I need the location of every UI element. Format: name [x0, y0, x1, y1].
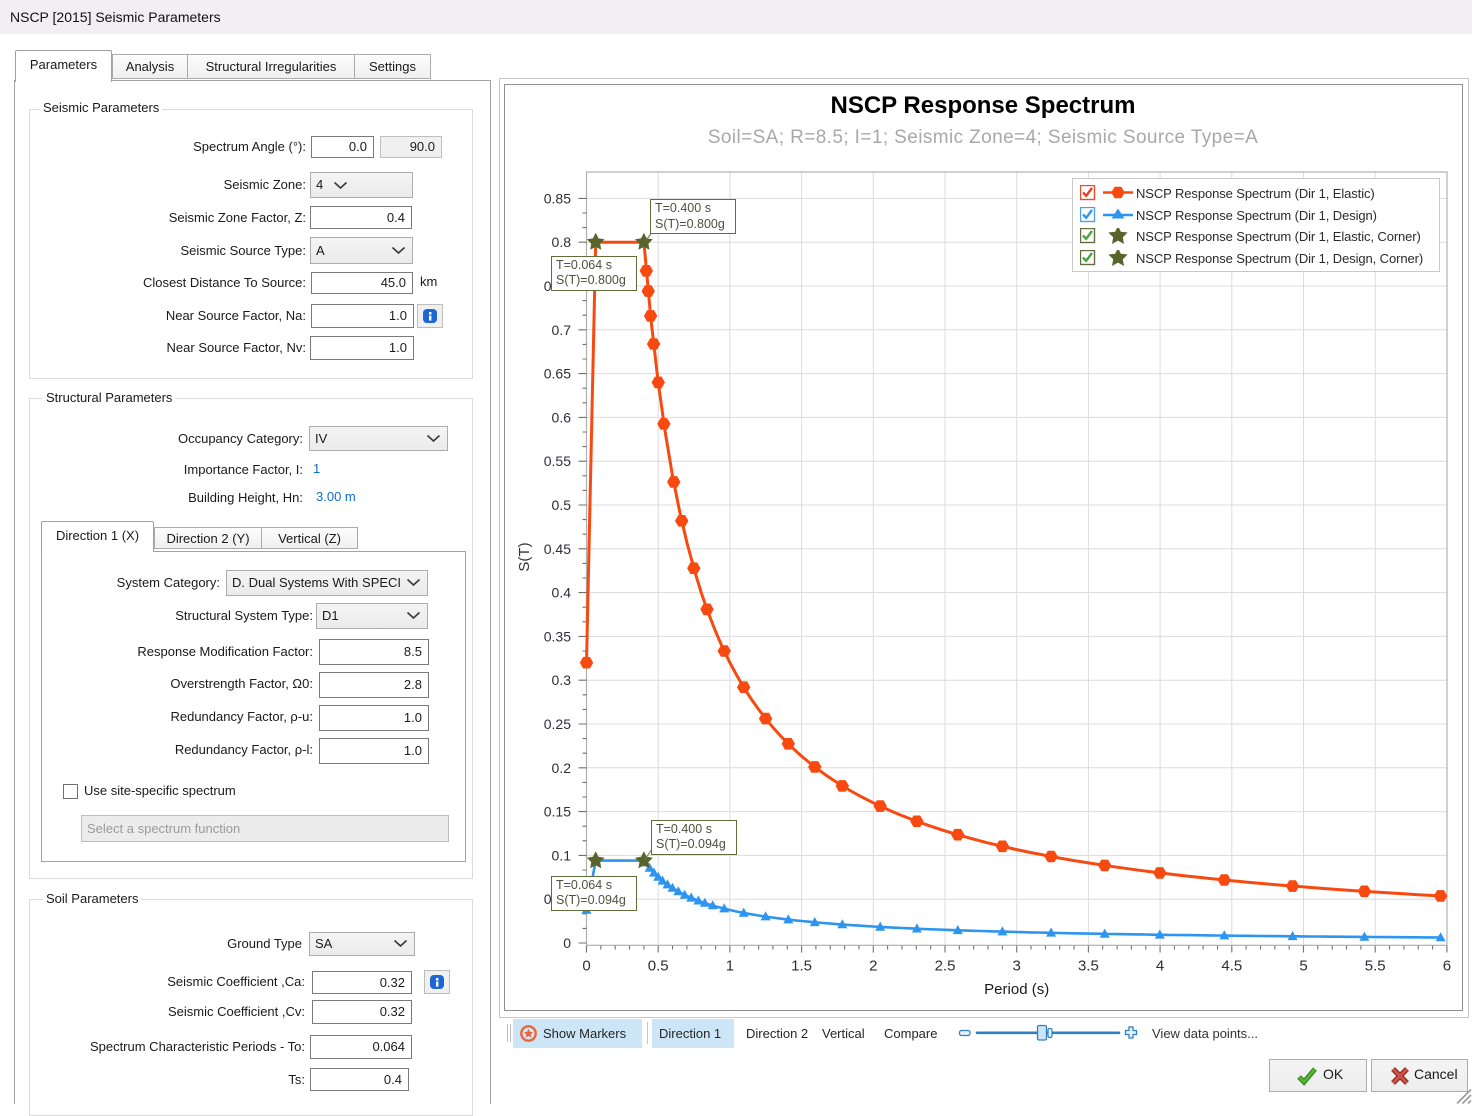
- svg-text:0.35: 0.35: [544, 628, 571, 644]
- svg-text:5: 5: [1299, 958, 1307, 975]
- svg-text:0.45: 0.45: [544, 541, 571, 557]
- svg-text:4: 4: [1156, 958, 1164, 975]
- svg-text:0.7: 0.7: [552, 322, 572, 338]
- svg-text:0.5: 0.5: [552, 497, 572, 513]
- svg-text:0.3: 0.3: [552, 672, 572, 688]
- svg-text:0.85: 0.85: [544, 190, 571, 206]
- svg-text:0: 0: [582, 958, 590, 975]
- svg-text:2.5: 2.5: [935, 958, 956, 975]
- svg-text:4.5: 4.5: [1221, 958, 1242, 975]
- svg-text:0.65: 0.65: [544, 366, 571, 382]
- svg-text:1.5: 1.5: [791, 958, 812, 975]
- svg-text:3: 3: [1013, 958, 1021, 975]
- svg-text:0.1: 0.1: [552, 847, 572, 863]
- svg-text:0.5: 0.5: [648, 958, 669, 975]
- svg-text:0.55: 0.55: [544, 453, 571, 469]
- svg-text:Period (s): Period (s): [984, 981, 1049, 998]
- svg-text:0: 0: [563, 935, 571, 951]
- svg-text:S(T): S(T): [516, 542, 533, 571]
- svg-text:0.25: 0.25: [544, 716, 571, 732]
- svg-text:0.15: 0.15: [544, 804, 571, 820]
- svg-text:2: 2: [869, 958, 877, 975]
- svg-text:0.4: 0.4: [552, 585, 572, 601]
- svg-text:3.5: 3.5: [1078, 958, 1099, 975]
- svg-text:5.5: 5.5: [1365, 958, 1386, 975]
- svg-text:6: 6: [1443, 958, 1451, 975]
- svg-text:0.6: 0.6: [552, 409, 572, 425]
- svg-text:1: 1: [726, 958, 734, 975]
- svg-text:0.8: 0.8: [552, 234, 572, 250]
- svg-text:0.2: 0.2: [552, 760, 572, 776]
